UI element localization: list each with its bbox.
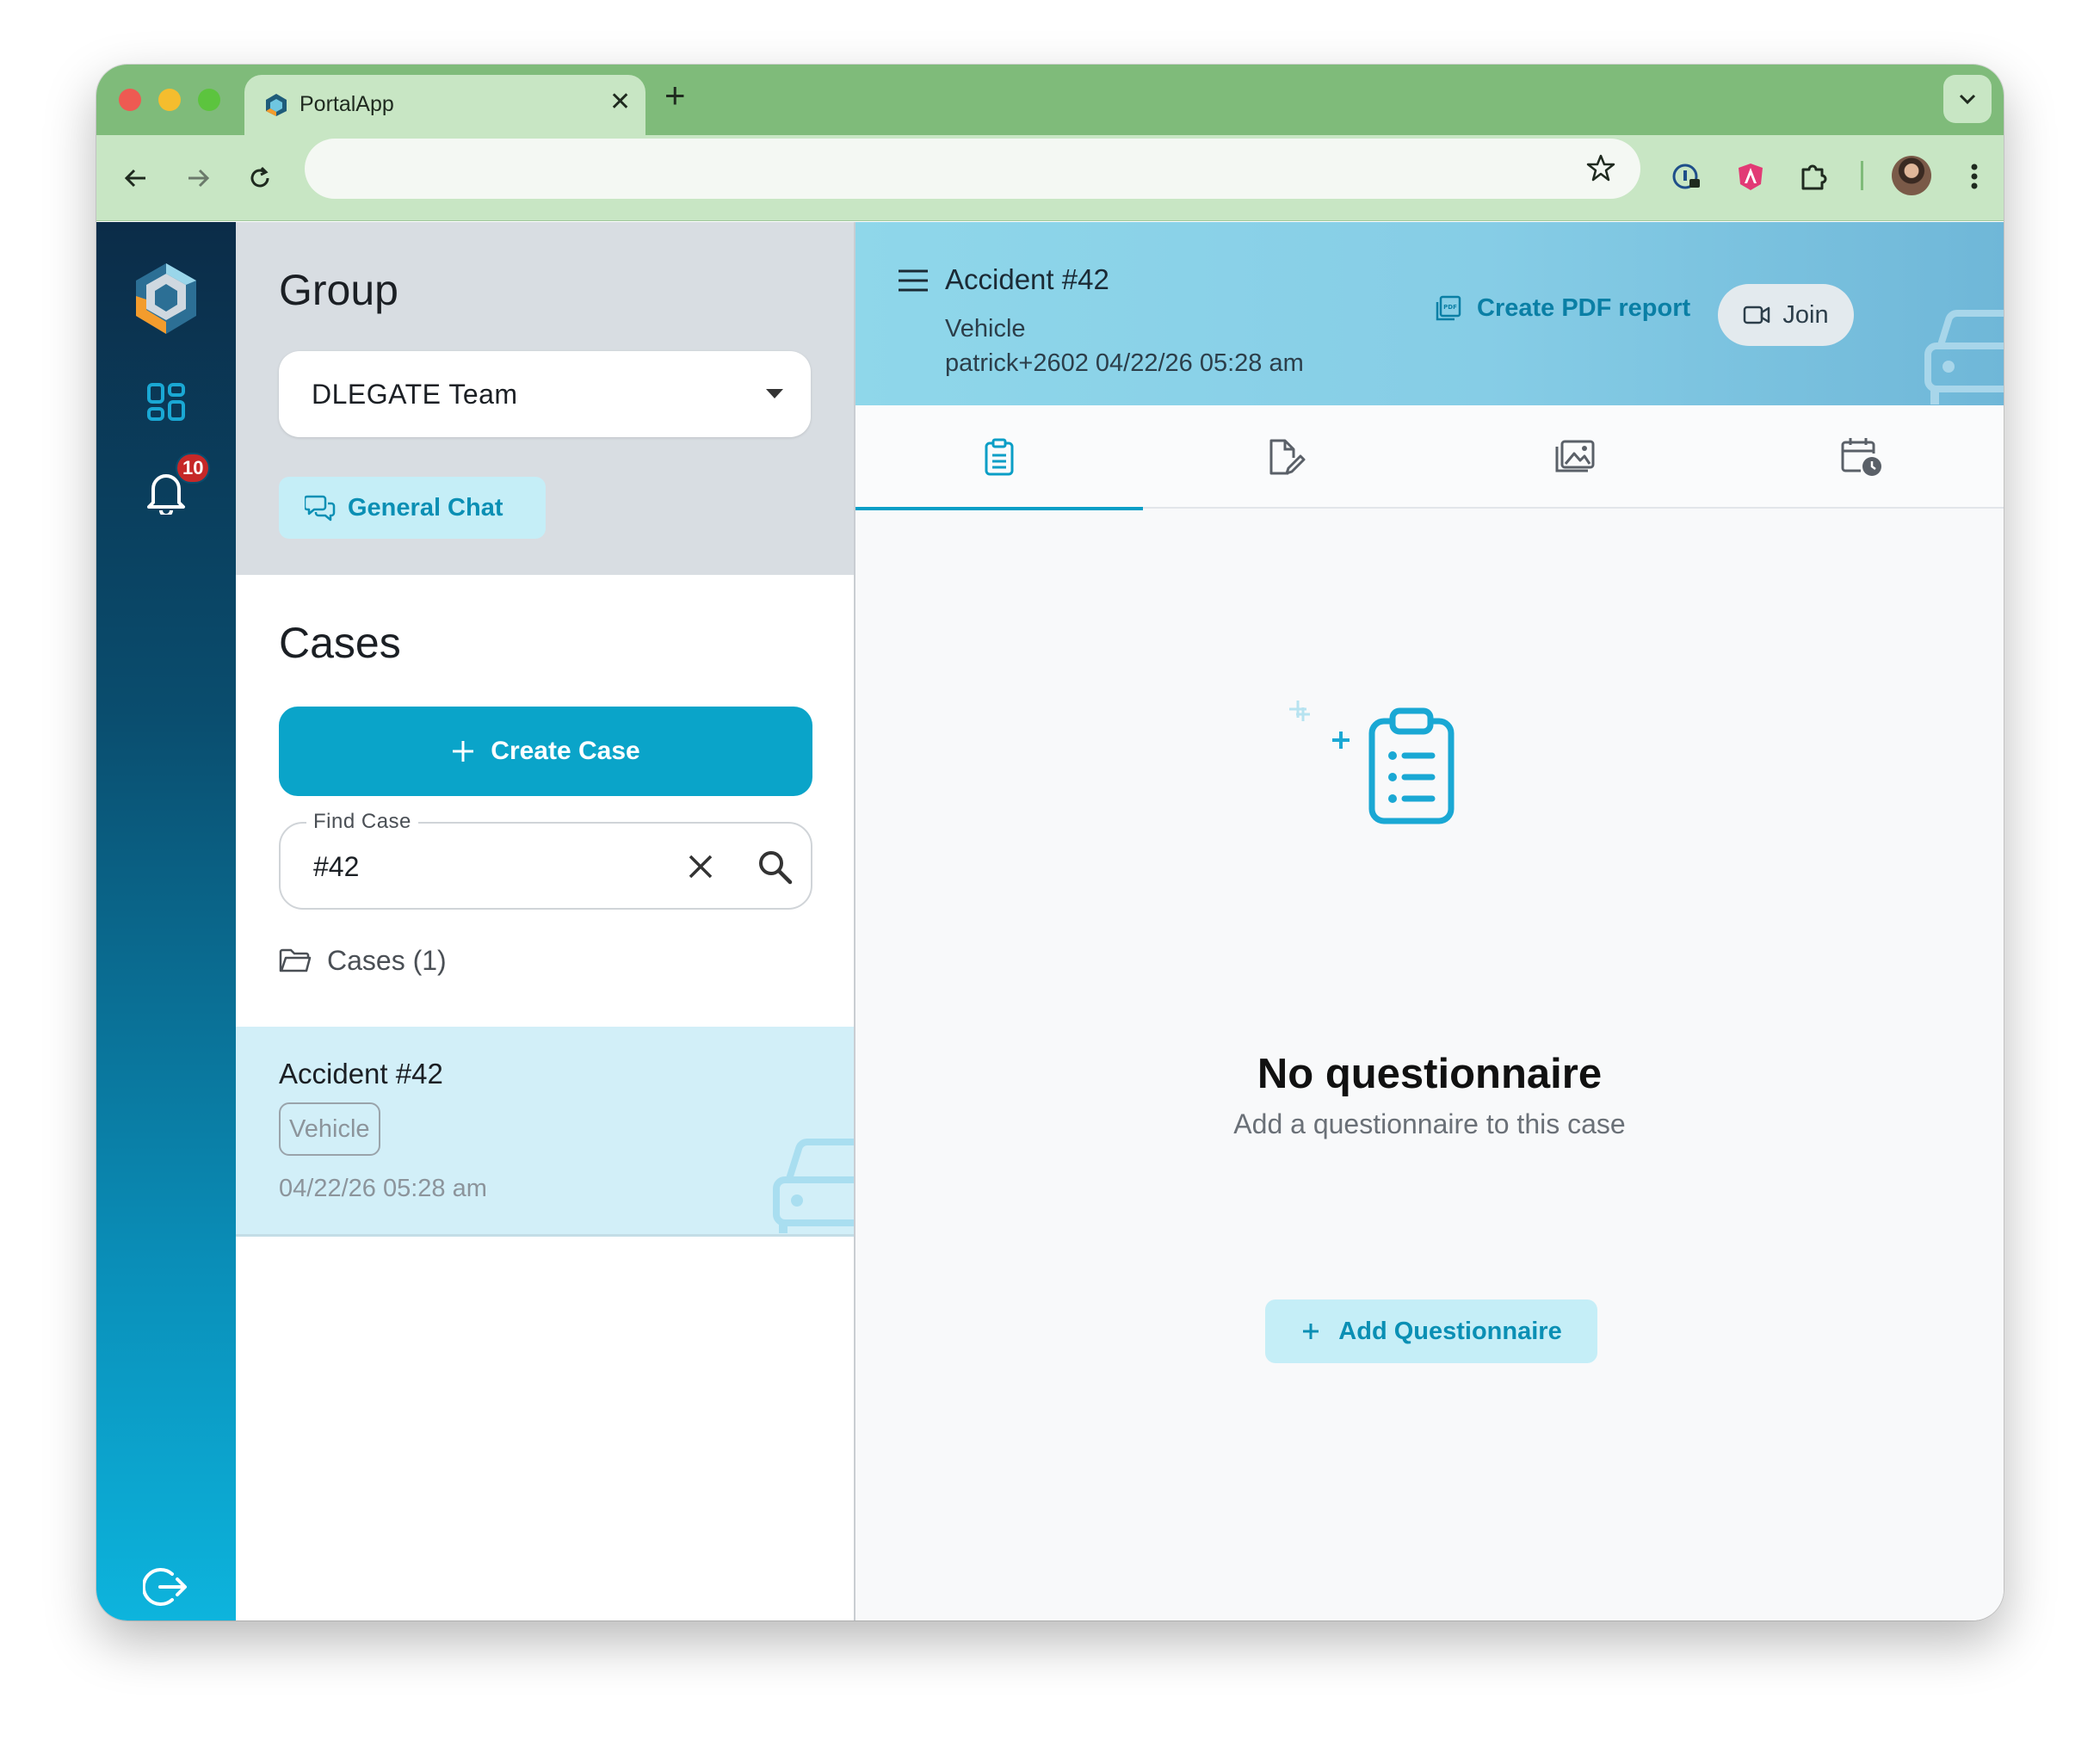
case-category: Vehicle [945,315,1026,343]
app-logo-icon[interactable] [133,262,200,336]
folder-open-icon [279,948,312,972]
car-watermark-icon [773,1139,854,1233]
tab-questionnaire[interactable] [855,405,1143,510]
tab-search-button[interactable] [1943,75,1992,123]
pdf-document-icon: PDF [1436,295,1461,320]
forward-button[interactable] [179,159,217,197]
add-questionnaire-button[interactable]: Add Questionnaire [1265,1299,1597,1363]
join-call-button[interactable]: Join [1718,284,1854,346]
calendar-clock-icon [1841,438,1881,476]
case-header: Accident #42 Vehicle patrick+2602 04/22/… [855,222,2004,405]
profile-avatar[interactable] [1892,156,1931,195]
reload-icon [250,166,269,188]
nav-rail: 10 [96,222,236,1620]
gallery-icon [1555,440,1595,472]
team-select[interactable]: DLEGATE Team [279,351,811,437]
clear-search-icon[interactable] [683,849,718,884]
maximize-window-button[interactable] [198,89,220,111]
case-item-date: 04/22/26 05:28 am [279,1175,487,1202]
cases-folder-header[interactable]: Cases (1) [279,945,447,977]
password-manager-extension[interactable] [1668,157,1706,195]
join-call-label: Join [1782,300,1829,329]
browser-tab[interactable]: PortalApp ✕ [244,75,645,135]
plus-icon [453,741,474,762]
case-meta: patrick+2602 04/22/26 05:28 am [945,349,1304,377]
logout-button[interactable] [139,1560,193,1614]
document-edit-icon [1269,439,1306,475]
arrow-left-icon [124,169,145,188]
clipboard-list-icon [985,438,1014,476]
back-button[interactable] [117,159,155,197]
cases-sidebar: Group DLEGATE Team General Chat Cases Cr… [236,222,855,1620]
arrow-right-icon [188,169,210,188]
tab-notes[interactable] [1143,405,1430,509]
case-item-title: Accident #42 [279,1058,443,1090]
hamburger-menu-icon[interactable] [897,269,930,293]
browser-tabbar: PortalApp ✕ + [96,65,2004,135]
app-container: 10 Group DLEGATE Team General Chat Cases [96,222,2004,1620]
case-category-chip: Vehicle [279,1102,380,1156]
case-detail-panel: Accident #42 Vehicle patrick+2602 04/22/… [855,222,2004,1620]
tab-schedule[interactable] [1718,405,2004,509]
empty-clipboard-illustration [1289,701,1455,824]
dashboard-grid-icon [147,383,185,421]
create-case-button[interactable]: Create Case [279,707,812,796]
group-section: Group DLEGATE Team General Chat [236,222,854,575]
logout-icon [143,1568,187,1606]
group-title: Group [279,266,398,314]
close-window-button[interactable] [119,89,141,111]
address-bar[interactable] [305,139,1640,199]
find-case-input[interactable] [313,849,640,884]
angular-icon [1739,164,1763,190]
tab-title: PortalApp [300,92,394,116]
team-select-value: DLEGATE Team [312,379,518,410]
angular-devtools-extension[interactable] [1732,157,1770,195]
general-chat-label: General Chat [348,493,503,522]
browser-window: PortalApp ✕ + 10 Group DLEGATE Team Gene… [96,65,2004,1620]
add-questionnaire-label: Add Questionnaire [1338,1317,1562,1345]
car-watermark-icon [1924,310,2004,404]
reload-button[interactable] [241,159,279,197]
general-chat-button[interactable]: General Chat [279,477,546,539]
caret-down-icon [766,389,783,398]
search-icon[interactable] [756,848,794,886]
cases-title: Cases [279,619,401,667]
cases-folder-label: Cases (1) [327,945,447,976]
chevron-down-icon [1959,94,1976,105]
find-case-label: Find Case [306,810,418,834]
password-key-icon [1672,164,1700,189]
tab-gallery[interactable] [1430,405,1718,509]
case-list-item[interactable]: Accident #42 Vehicle 04/22/26 05:28 am [236,1027,854,1237]
create-pdf-report-label: Create PDF report [1477,294,1691,322]
minimize-window-button[interactable] [158,89,181,111]
extensions-button[interactable] [1794,157,1831,195]
create-pdf-report-button[interactable]: PDF Create PDF report [1434,294,1690,323]
chat-bubbles-icon [305,495,336,522]
puzzle-icon [1801,164,1827,190]
tab-close-icon[interactable]: ✕ [609,87,631,117]
notification-badge: 10 [176,453,211,484]
dashboard-nav[interactable] [139,375,193,429]
svg-text:PDF: PDF [1443,304,1457,311]
create-case-label: Create Case [491,737,640,765]
case-title: Accident #42 [945,263,1109,295]
empty-state-title: No questionnaire [1257,1051,1603,1097]
kebab-menu-icon [1971,164,1978,189]
browser-menu-button[interactable] [1955,157,1993,195]
empty-state-subtitle: Add a questionnaire to this case [1233,1108,1626,1139]
find-case-field: Find Case [279,810,812,910]
case-tabs [855,405,2004,510]
toolbar-separator [1861,161,1863,190]
app-favicon-icon [266,94,287,116]
plus-icon [1303,1324,1319,1339]
new-tab-button[interactable]: + [664,75,686,116]
video-camera-icon [1744,306,1770,324]
bookmark-star-icon[interactable] [1585,152,1616,183]
